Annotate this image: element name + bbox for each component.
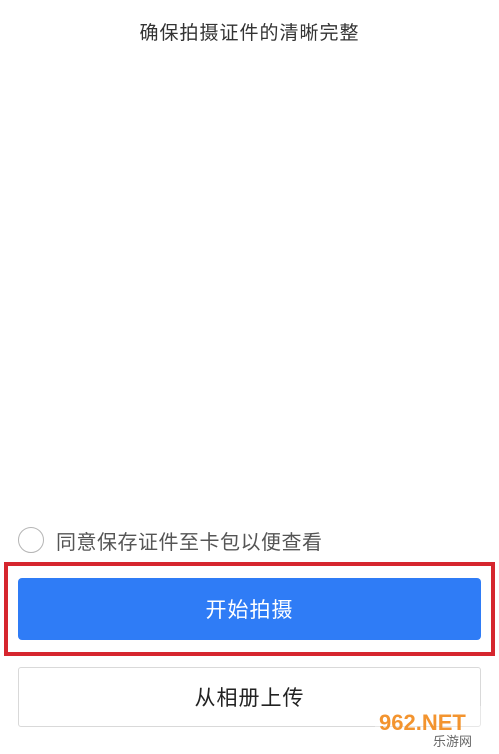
agreement-radio[interactable] xyxy=(18,527,44,553)
capture-hint: 确保拍摄证件的清晰完整 xyxy=(139,22,360,44)
id-capture-screen: 确保拍摄证件的清晰完整 同意保存证件至卡包以便查看 开始拍摄 从相册上传 962… xyxy=(0,0,499,754)
watermark-logo: 962.NET 乐游网 xyxy=(375,706,495,750)
agreement-row[interactable]: 同意保存证件至卡包以便查看 xyxy=(18,524,323,556)
watermark-brand: 962.NET xyxy=(379,710,466,735)
start-capture-button[interactable]: 开始拍摄 xyxy=(18,578,481,640)
agreement-label: 同意保存证件至卡包以便查看 xyxy=(56,529,323,554)
watermark-subtitle: 乐游网 xyxy=(433,735,472,750)
